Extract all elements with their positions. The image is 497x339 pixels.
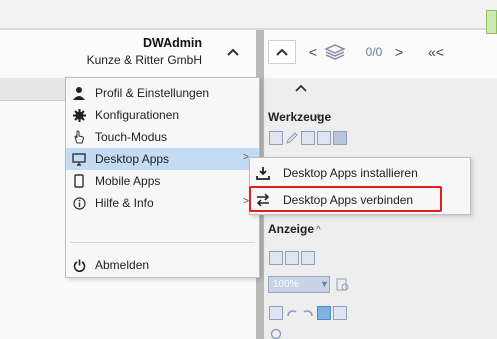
touch-hand-icon [72,129,86,145]
menu-item-label: Abmelden [95,258,150,272]
chevron-up-icon[interactable]: ^ [316,225,321,236]
fit-page-icon[interactable] [269,251,283,265]
menu-item-abmelden[interactable]: Abmelden [66,254,259,276]
fit-width-icon[interactable] [285,251,299,265]
menu-divider [70,242,255,243]
top-strip [0,0,497,28]
menu-item-label: Desktop Apps [95,152,170,166]
menu-item-konfigurationen[interactable]: Konfigurationen [66,104,259,126]
menu-item-label: Hilfe & Info [95,196,154,210]
info-icon [72,195,86,211]
user-company: Kunze & Ritter GmbH [86,53,202,67]
chevron-down-icon[interactable]: ▼ [320,279,329,289]
chevron-up-icon[interactable]: ^ [316,113,321,124]
first-page-button[interactable]: «< [424,40,448,64]
next-button[interactable]: > [392,40,406,64]
save-icon[interactable] [269,131,283,145]
green-toolbar-button[interactable] [486,10,497,34]
redo-icon[interactable] [301,306,315,320]
page-counter: 0/0 [365,45,383,59]
chevron-up-icon [276,48,288,56]
menu-item-label: Profil & Einstellungen [95,86,210,100]
mobile-icon [72,173,86,189]
user-header[interactable]: DWAdmin Kunze & Ritter GmbH [0,30,262,76]
user-icon [72,85,86,101]
menu-item-touch-modus[interactable]: Touch-Modus [66,126,259,148]
grid-icon[interactable] [333,131,347,145]
werkzeuge-heading: Werkzeuge [268,110,332,124]
chevron-up-icon[interactable] [270,82,332,100]
submenu-item-label: Desktop Apps installieren [283,166,418,180]
menu-item-label: Mobile Apps [95,174,161,188]
previous-button[interactable]: < [306,40,320,64]
align-icon[interactable] [333,306,347,320]
menu-item-label: Konfigurationen [95,108,180,122]
gear-icon [72,107,86,123]
layers-icon[interactable] [322,40,348,64]
rotate-icon[interactable] [269,326,283,339]
submenu-item-installieren[interactable]: Desktop Apps installieren [250,162,470,184]
user-menu: Profil & Einstellungen Konfigurationen T… [65,77,260,278]
zoom-search-icon[interactable] [336,278,350,292]
menu-item-hilfe-info[interactable]: Hilfe & Info > [66,192,259,214]
monitor-icon [72,151,86,167]
menu-item-profil[interactable]: Profil & Einstellungen [66,82,259,104]
menu-item-desktop-apps[interactable]: Desktop Apps > [66,148,259,170]
highlight-frame [249,186,442,212]
print-icon[interactable] [301,131,315,145]
save-icon[interactable] [269,306,283,320]
user-name: DWAdmin [142,36,202,50]
menu-item-mobile-apps[interactable]: Mobile Apps [66,170,259,192]
mail-icon[interactable] [317,131,331,145]
collapse-button[interactable] [268,40,296,64]
undo-icon[interactable] [285,306,299,320]
document-toolbar: < 0/0 > «< [264,30,497,76]
chevron-up-icon[interactable] [222,41,244,63]
pencil-icon[interactable] [285,131,299,145]
anzeige-heading: Anzeige [268,222,315,236]
power-icon [72,257,86,273]
select-tool-icon[interactable] [317,306,331,320]
fullscreen-icon[interactable] [301,251,315,265]
menu-item-label: Touch-Modus [95,130,168,144]
download-icon [256,166,270,180]
